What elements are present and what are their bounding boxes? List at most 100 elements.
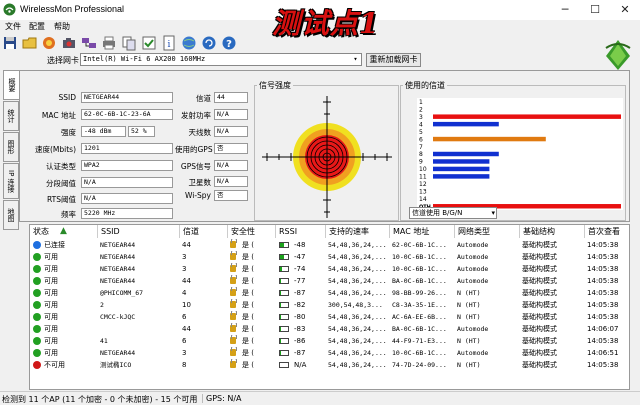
column-header-rssi[interactable]: RSSI <box>276 225 326 238</box>
signal-strength-label: 信号强度 <box>257 80 293 91</box>
lock-icon <box>230 359 237 368</box>
save-icon[interactable] <box>2 35 18 51</box>
cell-security: 是 ( <box>228 263 276 275</box>
cell-ssid-text: NETGEAR44 <box>100 349 136 357</box>
cell-status-text: 不可用 <box>44 361 65 369</box>
tab-summary[interactable]: 概要 <box>3 70 19 100</box>
check-icon[interactable] <box>141 35 157 51</box>
cell-rates-text: 54,48,36,24,... <box>328 277 387 285</box>
menu-bar: 文件 配置 帮助 <box>0 20 640 34</box>
copy-icon[interactable] <box>121 35 137 51</box>
cell-security-text: 是 ( <box>242 289 254 297</box>
ssid-value: NETGEAR44 <box>81 92 173 103</box>
table-row[interactable]: 可用 44 是 (-83 54,48,36,24,... BA-0C-6B-1C... A… <box>30 323 629 335</box>
lock-icon <box>230 239 237 248</box>
cell-rssi: -86 <box>276 335 326 347</box>
table-row[interactable]: 可用 NETGEAR44 3 是 (-87 54,48,36,24,... 10-0C-6… <box>30 347 629 359</box>
cell-infrastructure: 基础构模式 <box>520 263 585 275</box>
record-icon[interactable] <box>41 35 57 51</box>
network-icon[interactable] <box>81 35 97 51</box>
cell-channel-text: 44 <box>182 277 191 285</box>
table-row[interactable]: 可用 CMCC-kJQC 6 是 (-80 54,48,36,24,... AC-6A-E… <box>30 311 629 323</box>
cell-rates-text: 54,48,36,24,... <box>328 337 387 345</box>
channel-tick-label: 1 <box>419 99 423 106</box>
cell-first-seen-text: 14:05:38 <box>587 265 619 273</box>
menu-help[interactable]: 帮助 <box>54 21 70 32</box>
tab-map[interactable]: 地图 <box>3 200 19 230</box>
cell-ssid-text: 测试椭ICO <box>100 361 132 369</box>
channel-tick-label: 6 <box>419 136 423 143</box>
cell-ssid: NETGEAR44 <box>98 239 180 251</box>
status-dot-icon <box>33 325 41 333</box>
menu-file[interactable]: 文件 <box>5 21 21 32</box>
channel-value: 44 <box>214 92 248 103</box>
table-row[interactable]: 可用 @PHICOMM_67 4 是 (-87 54,48,36,24,... 98-BB… <box>30 287 629 299</box>
camera-icon[interactable] <box>61 35 77 51</box>
satellites-label: 卫星数 <box>188 178 212 187</box>
cell-ssid: NETGEAR44 <box>98 275 180 287</box>
refresh-globe-icon[interactable] <box>201 35 217 51</box>
tab-graph[interactable]: 图形 <box>3 132 19 162</box>
open-folder-icon[interactable] <box>22 35 38 51</box>
band-select[interactable]: 信道使用 B/G/N ▾ <box>409 207 497 219</box>
menu-config[interactable]: 配置 <box>29 21 45 32</box>
cell-ssid: CMCC-kJQC <box>98 311 180 323</box>
cell-infrastructure-text: 基础构模式 <box>522 241 557 249</box>
globe-icon[interactable] <box>181 35 197 51</box>
tab-ip-connections[interactable]: IP 连接 <box>3 163 19 199</box>
cell-network-type: Automode <box>455 275 520 287</box>
cell-network-type: N (HT) <box>455 287 520 299</box>
cell-first-seen: 14:05:38 <box>585 263 629 275</box>
cell-security-text: 是 ( <box>242 313 254 321</box>
sort-ascending-icon[interactable]: ▲ <box>60 226 67 236</box>
cell-mac-text: 10-0C-6B-1C... <box>392 349 447 357</box>
cell-infrastructure-text: 基础构模式 <box>522 337 557 345</box>
cell-channel-text: 8 <box>182 361 187 369</box>
column-header-rates[interactable]: 支持的速率 <box>326 225 390 238</box>
cell-network-type-text: N (HT) <box>457 313 481 321</box>
column-header-first-seen[interactable]: 首次查看 <box>585 225 629 238</box>
cell-security-text: 是 ( <box>242 361 254 369</box>
column-header-infrastructure[interactable]: 基础结构 <box>520 225 585 238</box>
cell-mac: BA-0C-6B-1C... <box>390 323 455 335</box>
rssi-bar <box>279 278 289 284</box>
close-button[interactable]: ✕ <box>610 0 640 20</box>
cell-mac-text: 62-0C-6B-1C... <box>392 241 447 249</box>
cell-status: 可用 <box>30 263 98 275</box>
maximize-button[interactable]: ☐ <box>580 0 610 20</box>
cell-status-text: 已连接 <box>44 241 65 249</box>
cell-security-text: 是 ( <box>242 301 254 309</box>
reload-adapter-button[interactable]: 重新加载网卡 <box>366 53 421 67</box>
chevron-down-icon[interactable]: ▾ <box>491 208 495 218</box>
column-header-network-type[interactable]: 网络类型 <box>455 225 520 238</box>
cell-channel: 44 <box>180 323 228 335</box>
minimize-button[interactable]: ─ <box>550 0 580 20</box>
auth-label: 认证类型 <box>46 162 76 171</box>
cell-rates-text: 300,54,48,3... <box>328 301 383 309</box>
cell-network-type-text: N (HT) <box>457 337 481 345</box>
column-header-security[interactable]: 安全性 <box>228 225 276 238</box>
frag-label: 分段阈值 <box>46 179 76 188</box>
tab-statistics[interactable]: 统计 <box>3 101 19 131</box>
table-row[interactable]: 不可用 测试椭ICO 8 是 (N/A 54,48,36,24,... 74-7D-24-… <box>30 359 629 371</box>
print-icon[interactable] <box>101 35 117 51</box>
table-row[interactable]: 可用 NETGEAR44 3 是 (-47 54,48,36,24,... 10-0C-6… <box>30 251 629 263</box>
chevron-down-icon[interactable]: ▾ <box>350 54 361 65</box>
column-header-ssid[interactable]: SSID <box>98 225 180 238</box>
mac-label: MAC 地址 <box>41 111 76 120</box>
table-row[interactable]: 已连接 NETGEAR44 44 是 (-48 54,48,36,24,... 62-0C… <box>30 239 629 251</box>
cell-rssi-text: N/A <box>294 361 307 369</box>
column-header-mac[interactable]: MAC 地址 <box>390 225 455 238</box>
help-icon[interactable]: ? <box>221 35 237 51</box>
info-icon[interactable]: i <box>161 35 177 51</box>
column-header-channel[interactable]: 信道 <box>180 225 228 238</box>
table-row[interactable]: 可用 2 10 是 (-82 300,54,48,3... C8-3A-35-1E... N… <box>30 299 629 311</box>
rssi-bar <box>279 326 289 332</box>
cell-channel-text: 6 <box>182 337 187 345</box>
table-row[interactable]: 可用 41 6 是 (-86 54,48,36,24,... 44-F9-71-E3...… <box>30 335 629 347</box>
adapter-select[interactable]: Intel(R) Wi-Fi 6 AX200 160MHz ▾ <box>80 53 362 66</box>
table-row[interactable]: 可用 NETGEAR44 44 是 (-77 54,48,36,24,... BA-0C-… <box>30 275 629 287</box>
table-row[interactable]: 可用 NETGEAR44 3 是 (-74 54,48,36,24,... 10-0C-6… <box>30 263 629 275</box>
channel-tick-label: 11 <box>419 174 427 181</box>
cell-network-type-text: Automode <box>457 325 489 333</box>
